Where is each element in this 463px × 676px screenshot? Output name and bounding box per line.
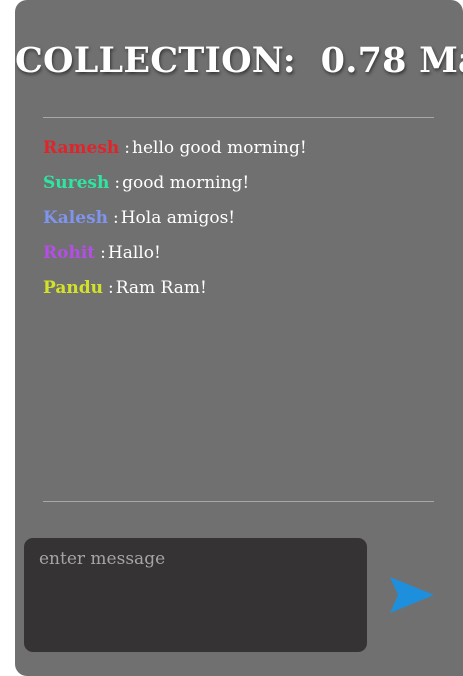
chat-message: Kalesh: Hola amigos! <box>43 205 434 240</box>
message-list: Ramesh: hello good morning! Suresh: good m… <box>43 135 434 310</box>
collection-title: COLLECTION: 0.78 Matic <box>15 40 463 81</box>
chat-message: Suresh: good morning! <box>43 170 434 205</box>
message-text: Hallo! <box>107 243 161 263</box>
message-composer <box>24 538 367 652</box>
send-button[interactable] <box>388 574 436 616</box>
chat-message: Pandu: Ram Ram! <box>43 275 434 310</box>
message-sender: Kalesh <box>43 208 108 228</box>
message-separator: : <box>107 278 114 298</box>
message-text: Ram Ram! <box>115 278 207 298</box>
message-input[interactable] <box>24 538 367 652</box>
message-text: good morning! <box>122 173 250 193</box>
chat-message: Rohit: Hallo! <box>43 240 434 275</box>
message-sender: Suresh <box>43 173 110 193</box>
chat-message: Ramesh: hello good morning! <box>43 135 434 170</box>
top-divider <box>43 117 434 118</box>
message-sender: Pandu <box>43 278 103 298</box>
message-separator: : <box>113 208 119 228</box>
send-arrow-icon <box>390 577 434 613</box>
message-text: hello good morning! <box>132 138 307 158</box>
message-separator: : <box>100 243 106 263</box>
message-sender: Rohit <box>43 243 96 263</box>
message-separator: : <box>114 173 121 193</box>
message-separator: : <box>124 138 131 158</box>
message-sender: Ramesh <box>43 138 120 158</box>
message-text: Hola amigos! <box>120 208 236 228</box>
bottom-divider <box>43 501 434 502</box>
